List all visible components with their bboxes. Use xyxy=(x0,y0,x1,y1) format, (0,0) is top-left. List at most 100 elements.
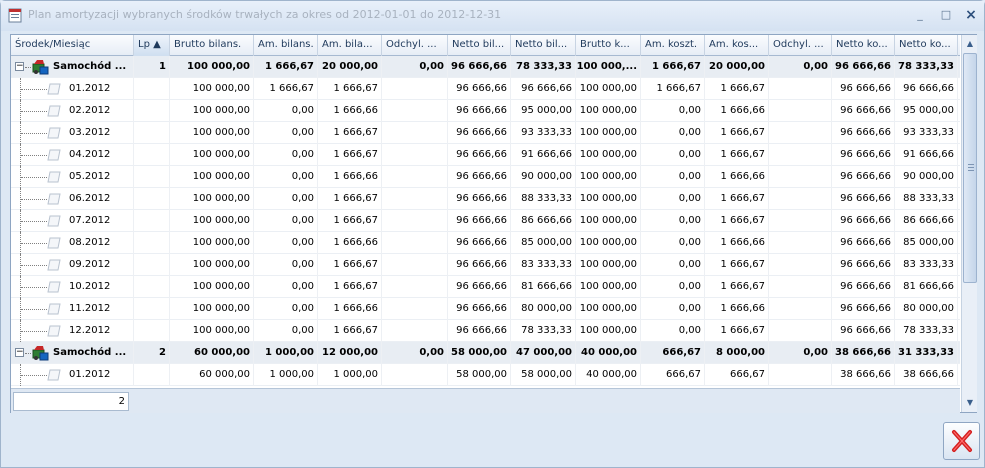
table-cell xyxy=(769,232,832,254)
table-cell: 93 333,33 xyxy=(511,122,576,144)
table-row[interactable]: 06.2012 100 000,00 0,00 1 666,67 96 666,66 88… xyxy=(11,188,960,210)
scroll-up-arrow-icon[interactable]: ▲ xyxy=(962,36,978,52)
column-header-3[interactable]: Am. bilans. xyxy=(254,35,318,56)
table-cell: 1 000,00 xyxy=(254,364,318,386)
table-cell: 1 666,67 xyxy=(705,254,769,276)
column-header-7[interactable]: Netto bil... xyxy=(511,35,576,56)
grid-header: Środek/Miesiąc Lp ▲ Brutto bilans. Am. bila… xyxy=(11,35,960,56)
scroll-down-arrow-icon[interactable]: ▼ xyxy=(962,395,978,411)
table-cell: 1 666,67 xyxy=(705,320,769,342)
table-cell: 8 000,00 xyxy=(705,342,769,364)
month-label: 06.2012 xyxy=(69,193,111,204)
tree-cell: 08.2012 xyxy=(11,232,134,254)
table-cell: 0,00 xyxy=(254,320,318,342)
group-row[interactable]: − Samochód ... 2 60 000,00 1 000,00 12 000,00… xyxy=(11,342,960,364)
column-header-11[interactable]: Odchyl. ... xyxy=(769,35,832,56)
table-cell: 0,00 xyxy=(641,100,705,122)
table-cell: 12 000,00 xyxy=(318,342,382,364)
column-header-12[interactable]: Netto ko... xyxy=(832,35,895,56)
amortization-grid[interactable]: Środek/Miesiąc Lp ▲ Brutto bilans. Am. bila… xyxy=(10,34,977,413)
table-cell xyxy=(134,100,170,122)
month-label: 02.2012 xyxy=(69,105,111,116)
vertical-scrollbar[interactable]: ▲ ▼ xyxy=(961,35,977,412)
table-row[interactable]: 10.2012 100 000,00 0,00 1 666,67 96 666,66 81… xyxy=(11,276,960,298)
table-cell xyxy=(769,122,832,144)
table-row[interactable]: 04.2012 100 000,00 0,00 1 666,67 96 666,66 91… xyxy=(11,144,960,166)
document-icon xyxy=(47,127,61,139)
table-cell: 0,00 xyxy=(254,122,318,144)
month-label: 09.2012 xyxy=(69,259,111,270)
month-label: 11.2012 xyxy=(69,303,111,314)
table-row[interactable]: 09.2012 100 000,00 0,00 1 666,67 96 666,66 83… xyxy=(11,254,960,276)
table-cell: 96 666,66 xyxy=(832,122,895,144)
table-row[interactable]: 01.2012 60 000,00 1 000,00 1 000,00 58 000,0… xyxy=(11,364,960,386)
window-close-button[interactable]: × xyxy=(963,7,979,23)
table-row[interactable]: 08.2012 100 000,00 0,00 1 666,66 96 666,66 85… xyxy=(11,232,960,254)
close-dialog-button[interactable] xyxy=(943,422,980,460)
table-cell: 60 000,00 xyxy=(170,364,254,386)
column-header-13[interactable]: Netto ko... xyxy=(895,35,958,56)
table-cell xyxy=(134,210,170,232)
table-cell: 0,00 xyxy=(254,144,318,166)
table-cell: 1 666,67 xyxy=(705,188,769,210)
table-cell: 1 666,67 xyxy=(254,56,318,78)
table-cell: 100 000,00 xyxy=(576,188,641,210)
table-cell: 96 666,66 xyxy=(832,56,895,78)
collapse-toggle-icon[interactable]: − xyxy=(15,348,24,357)
table-cell: 96 666,66 xyxy=(448,320,511,342)
column-header-6[interactable]: Netto bil... xyxy=(448,35,511,56)
record-count: 2 xyxy=(13,392,129,411)
table-cell: 100 000,00 xyxy=(576,276,641,298)
table-cell: 38 666,66 xyxy=(832,364,895,386)
table-cell: 96 666,66 xyxy=(832,188,895,210)
table-cell xyxy=(769,78,832,100)
group-row[interactable]: − Samochód ... 1 100 000,00 1 666,67 20 000,0… xyxy=(11,56,960,78)
table-cell xyxy=(382,232,448,254)
minimize-button[interactable]: _ xyxy=(912,7,928,23)
table-cell: 88 333,33 xyxy=(895,188,958,210)
table-cell xyxy=(134,188,170,210)
column-header-1[interactable]: Lp ▲ xyxy=(134,35,170,56)
document-icon xyxy=(47,149,61,161)
table-cell xyxy=(382,210,448,232)
table-cell: 96 666,66 xyxy=(448,188,511,210)
table-cell: 100 000,00 xyxy=(170,100,254,122)
scroll-thumb[interactable] xyxy=(963,53,977,283)
table-cell: 1 666,66 xyxy=(318,100,382,122)
table-row[interactable]: 07.2012 100 000,00 0,00 1 666,67 96 666,66 86… xyxy=(11,210,960,232)
table-row[interactable]: 12.2012 100 000,00 0,00 1 666,67 96 666,66 78… xyxy=(11,320,960,342)
table-row[interactable]: 01.2012 100 000,00 1 666,67 1 666,67 96 666,… xyxy=(11,78,960,100)
table-cell: 80 000,00 xyxy=(511,298,576,320)
table-row[interactable]: 03.2012 100 000,00 0,00 1 666,67 96 666,66 93… xyxy=(11,122,960,144)
table-cell: 0,00 xyxy=(382,342,448,364)
collapse-toggle-icon[interactable]: − xyxy=(15,62,24,71)
month-label: 01.2012 xyxy=(69,369,111,380)
column-header-0[interactable]: Środek/Miesiąc xyxy=(11,35,134,56)
table-cell: 0,00 xyxy=(254,210,318,232)
table-cell: 100 000,... xyxy=(576,56,641,78)
table-cell: 100 000,00 xyxy=(576,298,641,320)
column-header-2[interactable]: Brutto bilans. xyxy=(170,35,254,56)
table-row[interactable]: 11.2012 100 000,00 0,00 1 666,66 96 666,66 80… xyxy=(11,298,960,320)
table-cell: 0,00 xyxy=(382,56,448,78)
column-header-5[interactable]: Odchyl. ... xyxy=(382,35,448,56)
column-header-8[interactable]: Brutto k... xyxy=(576,35,641,56)
table-cell: 100 000,00 xyxy=(170,188,254,210)
tree-cell: 11.2012 xyxy=(11,298,134,320)
table-cell: 1 000,00 xyxy=(318,364,382,386)
table-cell: 96 666,66 xyxy=(448,56,511,78)
table-cell: 1 666,67 xyxy=(705,210,769,232)
column-header-10[interactable]: Am. kos... xyxy=(705,35,769,56)
table-cell xyxy=(134,364,170,386)
document-icon xyxy=(47,193,61,205)
title-bar[interactable]: Plan amortyzacji wybranych środków trwał… xyxy=(1,1,984,31)
maximize-button[interactable]: □ xyxy=(938,7,954,23)
table-cell xyxy=(382,166,448,188)
table-cell: 100 000,00 xyxy=(170,320,254,342)
table-row[interactable]: 02.2012 100 000,00 0,00 1 666,66 96 666,66 95… xyxy=(11,100,960,122)
table-cell: 1 666,67 xyxy=(641,56,705,78)
column-header-4[interactable]: Am. bila... xyxy=(318,35,382,56)
table-cell xyxy=(769,166,832,188)
table-row[interactable]: 05.2012 100 000,00 0,00 1 666,66 96 666,66 90… xyxy=(11,166,960,188)
column-header-9[interactable]: Am. koszt. xyxy=(641,35,705,56)
